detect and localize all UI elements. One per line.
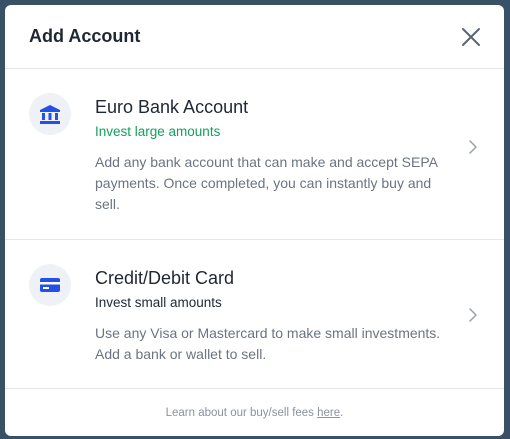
bank-icon: [40, 105, 60, 124]
fees-link[interactable]: here: [317, 407, 340, 419]
dialog-header: Add Account: [5, 5, 504, 69]
dialog-title: Add Account: [29, 26, 141, 46]
credit-card-icon: [40, 278, 60, 292]
euro-bank-account-option[interactable]: Euro Bank Account Invest large amounts A…: [5, 69, 504, 240]
option-subtitle: Invest large amounts: [95, 124, 221, 139]
option-body: Euro Bank Account Invest large amounts A…: [95, 93, 454, 215]
footer-suffix: .: [340, 407, 344, 419]
chevron-right-icon: [469, 140, 477, 154]
close-icon: [462, 27, 480, 46]
footer-note: Learn about our buy/sell fees here.: [5, 389, 504, 419]
option-description: Use any Visa or Mastercard to make small…: [95, 325, 441, 362]
option-body: Credit/Debit Card Invest small amounts U…: [95, 264, 454, 364]
card-icon-container: [29, 264, 71, 306]
option-description: Add any bank account that can make and a…: [95, 154, 438, 212]
close-button[interactable]: [458, 24, 484, 50]
bank-icon-container: [29, 93, 71, 135]
option-subtitle: Invest small amounts: [95, 295, 222, 310]
credit-debit-card-option[interactable]: Credit/Debit Card Invest small amounts U…: [5, 240, 504, 389]
footer-text: Learn about our buy/sell fees: [165, 407, 318, 419]
add-account-dialog: Add Account Euro Bank Account Invest lar…: [5, 5, 504, 436]
option-title: Euro Bank Account: [95, 97, 249, 117]
option-title: Credit/Debit Card: [95, 268, 235, 288]
chevron-right-icon: [469, 308, 477, 322]
